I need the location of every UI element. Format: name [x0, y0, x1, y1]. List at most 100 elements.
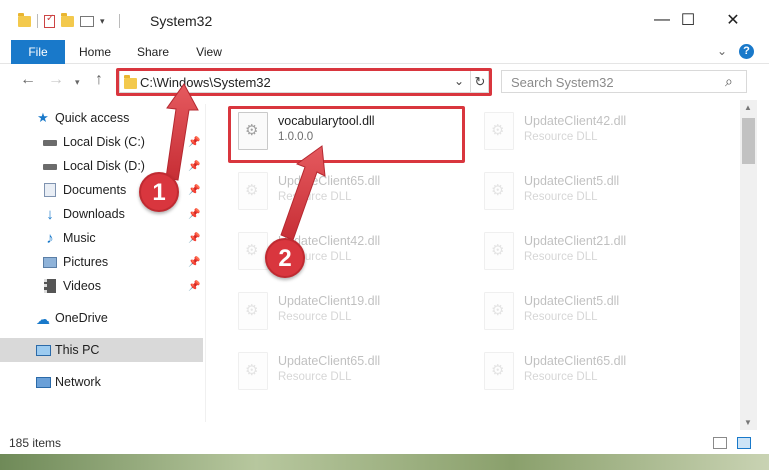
dll-file-icon — [238, 352, 268, 390]
pin-icon: 📌 — [188, 161, 201, 172]
back-arrow-icon[interactable]: ← — [20, 71, 36, 89]
dll-file-icon — [238, 172, 268, 210]
large-icons-view-icon[interactable] — [737, 437, 751, 449]
navigation-pane: ★ Quick access Local Disk (C:) 📌 Local D… — [0, 104, 205, 430]
file-name: UpdateClient42.dll — [524, 114, 627, 128]
sidebar-item-network[interactable]: Network — [0, 370, 203, 394]
tab-share[interactable]: Share — [130, 40, 176, 64]
tab-home[interactable]: Home — [72, 40, 118, 64]
music-icon: ♪ — [46, 229, 54, 247]
desktop-wallpaper-strip — [0, 454, 769, 470]
search-box[interactable]: Search System32 ⌕ — [501, 70, 747, 93]
sidebar-item-label: Videos — [63, 279, 101, 293]
tab-view[interactable]: View — [186, 40, 232, 64]
status-bar: 185 items — [0, 432, 769, 454]
expand-ribbon-chevron-icon[interactable]: ⌄ — [717, 44, 727, 58]
dll-file-icon — [484, 232, 514, 270]
sidebar-item-quick-access[interactable]: ★ Quick access — [0, 106, 203, 130]
file-type: Resource DLL — [524, 131, 598, 143]
address-dropdown-icon[interactable]: ⌄ — [454, 74, 464, 88]
help-icon[interactable]: ? — [739, 44, 754, 59]
sidebar-item-label: Local Disk (D:) — [63, 159, 145, 173]
sidebar-item-label: Local Disk (C:) — [63, 135, 145, 149]
sidebar-item-onedrive[interactable]: ☁ OneDrive — [0, 306, 203, 330]
file-tile[interactable]: UpdateClient19.dll Resource DLL — [230, 286, 470, 336]
tab-file[interactable]: File — [11, 40, 65, 64]
properties-check-icon[interactable] — [44, 13, 55, 28]
search-icon[interactable]: ⌕ — [725, 73, 733, 90]
view-properties-icon[interactable] — [80, 15, 94, 27]
refresh-icon[interactable]: ↻ — [470, 71, 489, 92]
file-tile[interactable]: UpdateClient5.dll Resource DLL — [476, 286, 716, 336]
up-arrow-icon[interactable]: ↑ — [95, 71, 103, 89]
scroll-down-icon[interactable]: ▼ — [744, 418, 752, 427]
pin-icon: 📌 — [188, 137, 201, 148]
file-type: Resource DLL — [278, 191, 352, 203]
sidebar-item-label: Documents — [63, 183, 127, 197]
pictures-icon — [42, 255, 58, 269]
step-1-badge: 1 — [139, 172, 179, 212]
file-tile[interactable]: UpdateClient65.dll Resource DLL — [230, 346, 470, 396]
sidebar-item-videos[interactable]: Videos 📌 — [0, 274, 203, 298]
scroll-thumb[interactable] — [742, 118, 755, 164]
new-folder-icon[interactable] — [61, 12, 74, 27]
network-icon — [35, 375, 51, 389]
sidebar-item-label: Network — [55, 375, 101, 389]
customize-toolbar-chevron-icon[interactable]: ▾ — [100, 16, 105, 27]
download-icon: ↓ — [46, 205, 54, 223]
pin-icon: 📌 — [188, 209, 201, 220]
scroll-up-icon[interactable]: ▲ — [744, 103, 752, 112]
dll-file-icon — [484, 352, 514, 390]
file-name: UpdateClient65.dll — [278, 174, 381, 188]
sidebar-item-music[interactable]: ♪ Music 📌 — [0, 226, 203, 250]
file-tile[interactable]: UpdateClient42.dll Resource DLL — [476, 106, 716, 156]
address-bar[interactable]: C:\Windows\System32 ⌄ ↻ — [119, 70, 489, 93]
file-tile[interactable]: UpdateClient65.dll Resource DLL — [230, 166, 470, 216]
dll-file-icon — [484, 172, 514, 210]
address-folder-icon — [124, 75, 137, 89]
dll-file-icon — [484, 292, 514, 330]
pin-icon: 📌 — [188, 233, 201, 244]
ribbon-tabs: File Home Share View ⌄ — [0, 40, 769, 64]
explorer-window: ▾ System32 — ☐ ✕ File Home Share View ⌄ … — [0, 0, 769, 470]
sidebar-item-label: Music — [63, 231, 96, 245]
file-tile-highlight — [228, 106, 465, 163]
sidebar-item-this-pc[interactable]: This PC — [0, 338, 203, 362]
drive-icon — [42, 136, 58, 150]
file-tile[interactable]: UpdateClient21.dll Resource DLL — [476, 226, 716, 276]
vertical-scrollbar[interactable]: ▲ ▼ — [740, 100, 757, 430]
sidebar-item-local-disk-d[interactable]: Local Disk (D:) 📌 — [0, 154, 203, 178]
folder-icon — [18, 12, 31, 27]
recent-locations-chevron-icon[interactable]: ▾ — [75, 77, 80, 88]
pin-icon: 📌 — [188, 257, 201, 268]
search-input[interactable]: Search System32 — [511, 75, 614, 90]
file-tile[interactable]: UpdateClient5.dll Resource DLL — [476, 166, 716, 216]
sidebar-item-local-disk-c[interactable]: Local Disk (C:) 📌 — [0, 130, 203, 154]
file-name: UpdateClient65.dll — [278, 354, 381, 368]
sidebar-item-pictures[interactable]: Pictures 📌 — [0, 250, 203, 274]
file-type: Resource DLL — [278, 311, 352, 323]
dll-file-icon — [238, 232, 268, 270]
close-button[interactable]: ✕ — [711, 0, 755, 40]
file-type: Resource DLL — [524, 311, 598, 323]
file-type: Resource DLL — [524, 191, 598, 203]
star-icon: ★ — [37, 110, 49, 125]
navigation-bar: ← → ▾ ↑ C:\Windows\System32 ⌄ ↻ Search S… — [0, 65, 769, 98]
window-title: System32 — [150, 13, 213, 29]
pane-divider — [205, 104, 206, 422]
title-divider — [118, 14, 120, 28]
details-view-icon[interactable] — [713, 437, 727, 449]
address-path[interactable]: C:\Windows\System32 — [140, 75, 271, 90]
file-type: Resource DLL — [278, 371, 352, 383]
title-bar: ▾ System32 — ☐ ✕ — [0, 0, 769, 40]
forward-arrow-icon[interactable]: → — [48, 71, 64, 89]
item-count: 185 items — [9, 436, 62, 450]
computer-icon — [35, 343, 51, 357]
maximize-button[interactable]: ☐ — [666, 0, 710, 40]
step-2-badge: 2 — [265, 238, 305, 278]
drive-icon — [42, 160, 58, 174]
toolbar-divider — [37, 14, 38, 28]
videos-icon — [42, 279, 58, 293]
sidebar-item-label: This PC — [55, 343, 100, 357]
file-tile[interactable]: UpdateClient65.dll Resource DLL — [476, 346, 716, 396]
